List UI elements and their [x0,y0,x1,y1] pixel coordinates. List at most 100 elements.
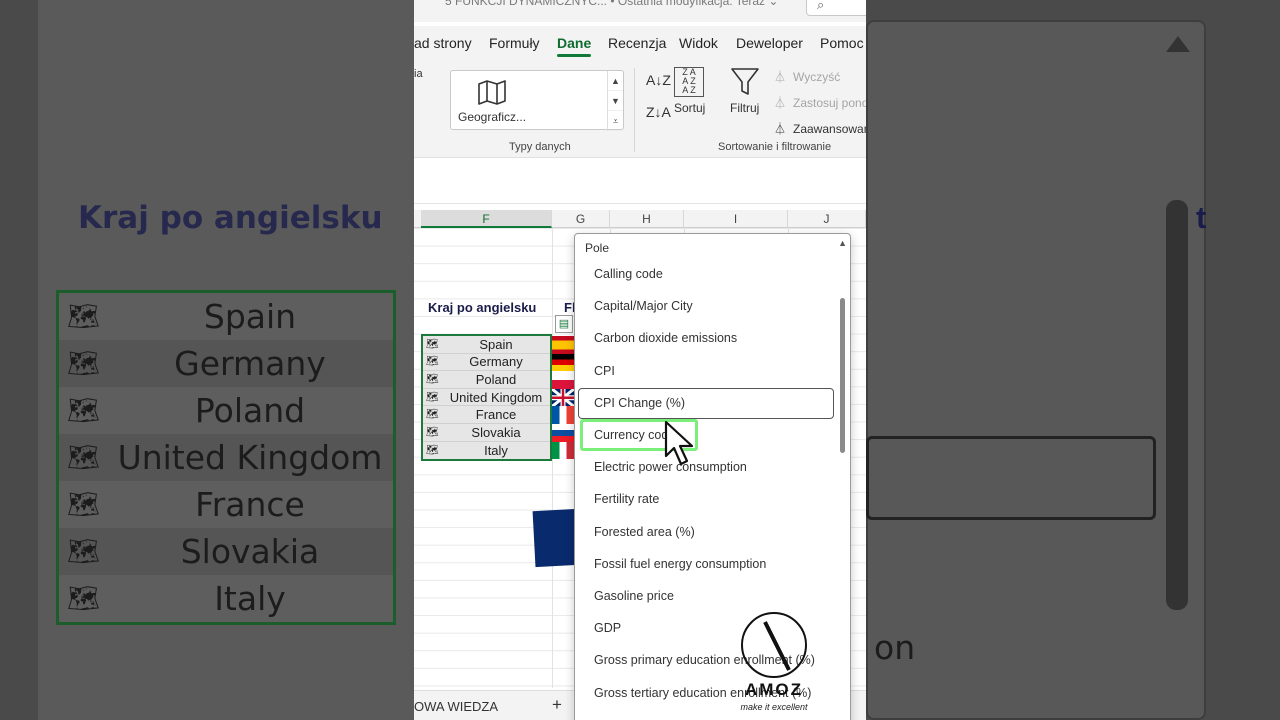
background-right: t on [866,0,1280,720]
excel-window: 5 FUNKCJI DYNAMICZNYC... • Ostatnia mody… [414,0,866,720]
document-title[interactable]: 5 FUNKCJI DYNAMICZNYC... • Ostatnia mody… [445,0,778,8]
map-icon: 🗺︎ [67,583,101,613]
map-icon: 🗺︎ [426,338,439,350]
field-option[interactable]: Gasoline price [594,589,674,603]
data-types-gallery[interactable]: Geograficz... ▲ ▼ ⩡ [450,70,624,131]
field-option[interactable]: Fertility rate [594,492,659,506]
tab-developer[interactable]: Deweloper [736,35,803,51]
logo-ring [741,612,807,678]
search-icon: ⌕ [817,0,825,12]
gallery-scroll: ▲ ▼ ⩡ [607,71,623,131]
background-country-label: Poland [194,391,306,430]
table-row[interactable]: 🗺︎ United Kingdom [423,389,550,407]
reapply-icon: ⏃ [774,96,787,110]
column-header-i[interactable]: I [684,210,788,228]
field-picker-header: Pole [585,241,610,255]
column-header-g[interactable]: G [552,210,610,228]
background-list-item: 🗺︎ United Kingdom [59,434,393,481]
background-list-item: 🗺︎ Slovakia [59,528,393,575]
sort-icon[interactable]: Z AA ZA Z [674,67,704,97]
map-icon: 🗺︎ [426,409,439,421]
background-country-list: 🗺︎ Spain 🗺︎ Germany 🗺︎ Poland 🗺︎ United Kingdom… [56,290,396,625]
country-cell: United Kingdom [449,389,543,405]
ribbon: ia Geograficz... ▲ ▼ ⩡ Typy danych A↓Z Z… [414,60,866,158]
reapply-button[interactable]: ⏃ Zastosuj ponow [774,94,866,111]
table-row[interactable]: 🗺︎ Poland [423,371,550,389]
country-cell: France [475,407,517,423]
title-bar: 5 FUNKCJI DYNAMICZNYC... • Ostatnia mody… [414,0,866,22]
filter-icon[interactable] [730,66,760,98]
clear-filter-icon: ⏃ [774,70,787,84]
flag-image [532,508,580,568]
filter-button-label[interactable]: Filtruj [730,101,759,115]
field-option[interactable]: GDP [594,621,621,635]
table-row[interactable]: 🗺︎ France [423,406,550,424]
formula-bar[interactable] [414,166,866,204]
column-header-f[interactable]: F [421,210,552,228]
tab-help[interactable]: Pomoc [820,35,864,51]
mouse-cursor-icon [664,420,694,466]
clear-filter-button[interactable]: ⏃ Wyczyść [774,68,840,85]
search-box[interactable]: ⌕ [806,0,866,16]
background-title: Kraj po angielsku [78,200,383,236]
header-cell[interactable]: Kraj po angielsku [428,300,536,315]
tab-review[interactable]: Recenzja [608,35,666,51]
advanced-filter-button[interactable]: ⏃ Zaawansowane [774,120,866,137]
background-fragment-t: t [1196,200,1207,235]
ribbon-left-fragment: ia [414,68,423,80]
chevron-up-icon[interactable]: ▲ [608,71,623,91]
logo-mark-icon [763,621,791,671]
selected-range[interactable]: 🗺︎ Spain 🗺︎ Germany 🗺︎ Poland 🗺︎ United Kingdom… [421,334,552,462]
advanced-filter-label: Zaawansowane [793,122,866,136]
table-row[interactable]: 🗺︎ Slovakia [423,424,550,442]
field-option[interactable]: Capital/Major City [594,299,693,313]
map-icon [478,80,506,105]
background-left: Kraj po angielsku 🗺︎ Spain 🗺︎ Germany 🗺︎ Pola… [0,0,414,720]
field-option[interactable]: Carbon dioxide emissions [594,331,737,345]
sheet-tab[interactable]: OWA WIEDZA [414,699,498,714]
table-row[interactable]: 🗺︎ Italy [423,442,550,460]
insert-data-icon[interactable]: ▤ [555,315,573,333]
flag-poland-icon [552,371,574,389]
watermark-brand: AMOZ [744,680,804,699]
tab-data[interactable]: Dane [557,35,592,57]
map-icon: 🗺︎ [426,373,439,385]
background-fragment-on: on [874,628,916,667]
map-icon: 🗺︎ [426,444,439,456]
column-header-h[interactable]: H [610,210,684,228]
sort-za-button[interactable]: Z↓A [646,104,671,120]
data-types-group-label: Typy danych [509,141,571,153]
flag-italy-icon [552,441,574,460]
map-icon: 🗺︎ [426,391,439,403]
background-country-label: Germany [174,344,326,383]
ribbon-tabs: ad strony Formuły Dane Recenzja Widok De… [414,26,866,60]
background-country-label: Spain [203,297,297,336]
map-icon: 🗺︎ [67,489,101,519]
chevron-down-icon[interactable]: ▼ [608,91,623,111]
dropdown-scrollbar[interactable] [840,298,845,453]
country-cell: Spain [479,336,513,352]
gallery-expand-icon[interactable]: ⩡ [608,111,623,131]
field-option[interactable]: Calling code [594,267,663,281]
field-option[interactable]: Forested area (%) [594,525,695,539]
table-row[interactable]: 🗺︎ Spain [423,336,550,354]
country-cell: Slovakia [471,424,521,440]
field-option[interactable]: CPI [594,364,615,378]
background-list-item: 🗺︎ France [59,481,393,528]
table-row[interactable]: 🗺︎ Germany [423,354,550,372]
tab-formulas[interactable]: Formuły [489,35,540,51]
background-country-label: Slovakia [180,532,320,571]
map-icon: 🗺︎ [67,442,101,472]
field-option[interactable]: Fossil fuel energy consumption [594,557,766,571]
field-option[interactable]: CPI Change (%) [578,388,834,419]
watermark-logo: AMOZ make it excellent [724,612,824,717]
scroll-up-icon[interactable]: ▲ [838,238,847,248]
sort-button-label[interactable]: Sortuj [674,101,705,115]
country-cell: Italy [484,442,508,458]
column-headers: F G H I J [414,210,866,228]
column-header-j[interactable]: J [788,210,866,228]
tab-page-layout[interactable]: ad strony [414,35,472,51]
tab-view[interactable]: Widok [679,35,718,51]
sort-az-button[interactable]: A↓Z [646,72,671,88]
add-sheet-button[interactable]: + [552,695,562,715]
